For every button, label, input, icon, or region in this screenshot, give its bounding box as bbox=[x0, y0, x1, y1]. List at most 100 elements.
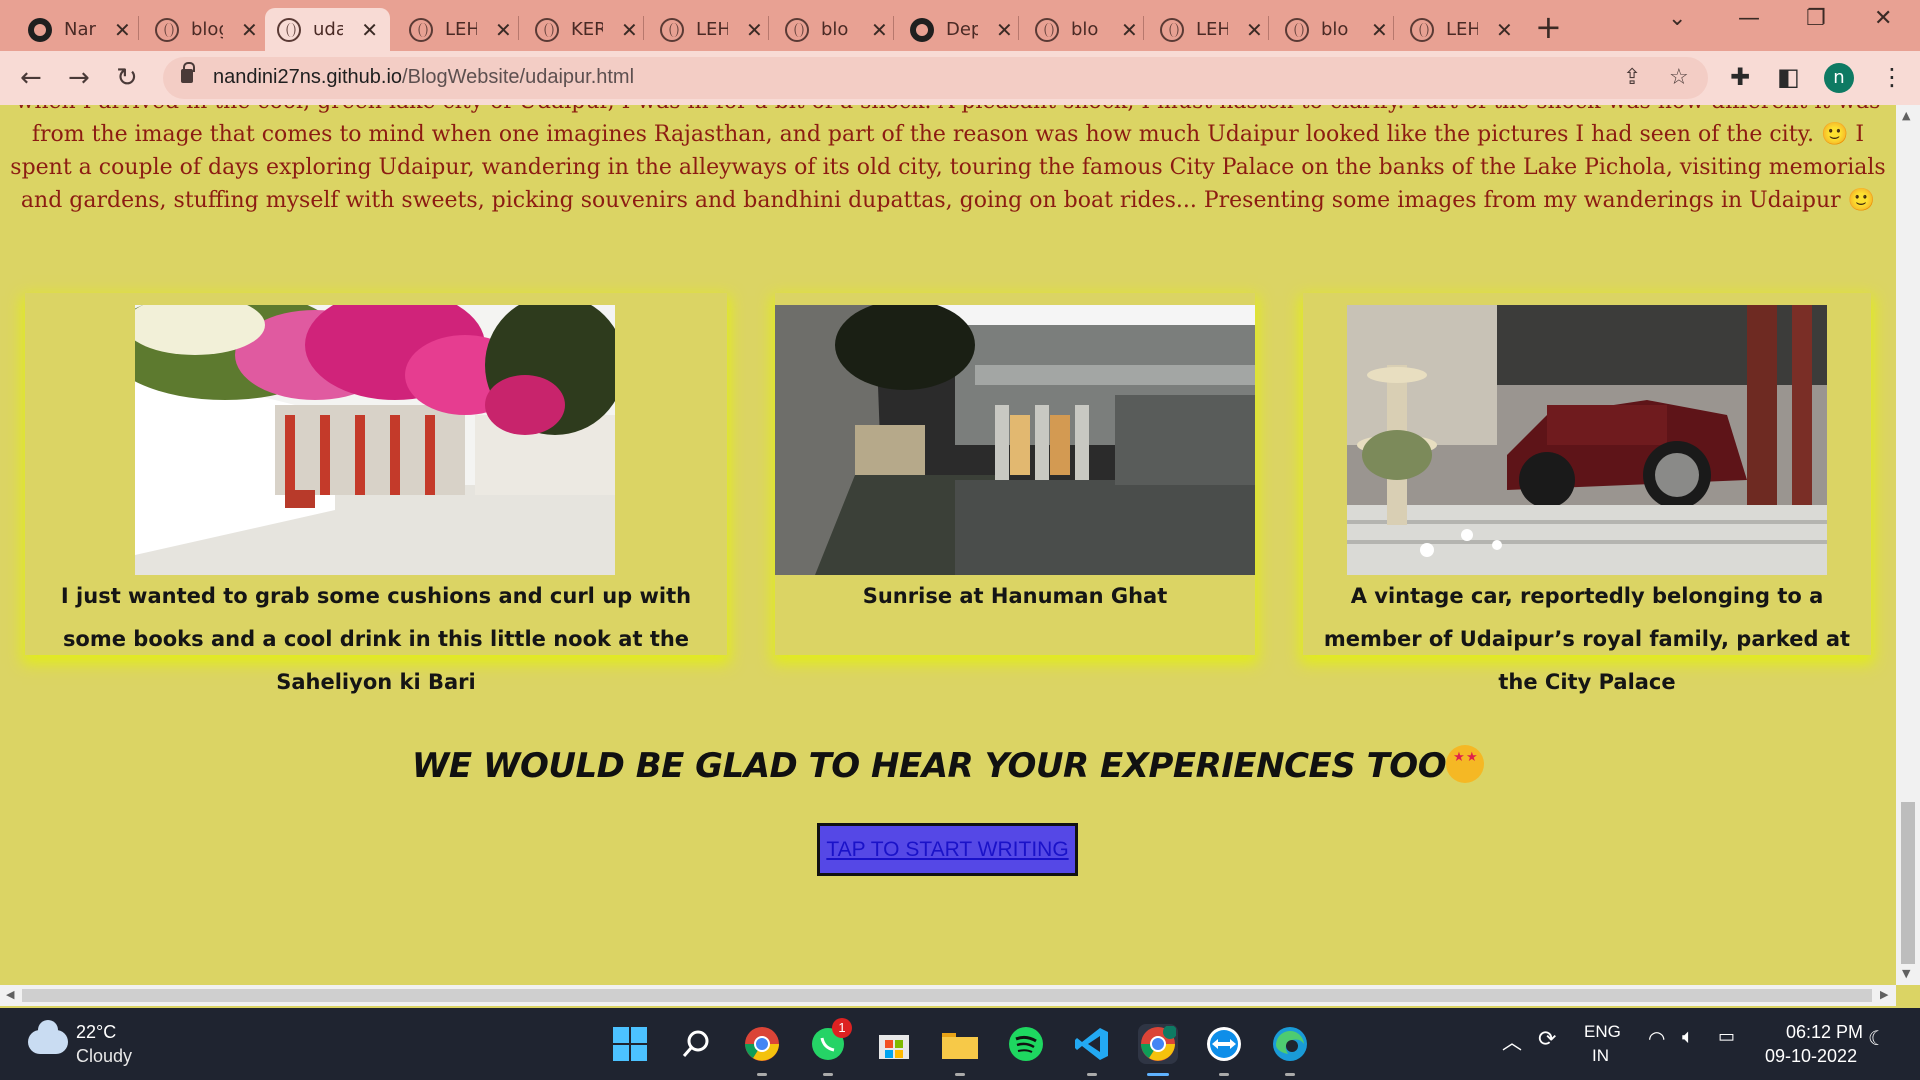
vertical-scroll-thumb[interactable] bbox=[1901, 802, 1915, 964]
scroll-down-arrow-icon[interactable]: ▼ bbox=[1902, 967, 1910, 980]
tab-label: uda bbox=[313, 19, 344, 40]
wifi-icon[interactable]: ◠ bbox=[1648, 1026, 1665, 1051]
close-icon[interactable]: ✕ bbox=[1371, 18, 1388, 42]
tab-separator bbox=[1018, 16, 1019, 40]
tab-9[interactable]: LEH ✕ bbox=[1148, 8, 1275, 51]
bookmark-star-icon[interactable]: ☆ bbox=[1669, 65, 1689, 90]
close-icon[interactable]: ✕ bbox=[746, 18, 763, 42]
extensions-puzzle-icon[interactable]: ✚ bbox=[1730, 63, 1750, 91]
close-icon[interactable]: ✕ bbox=[1246, 18, 1263, 42]
teamviewer-icon[interactable] bbox=[1204, 1024, 1244, 1076]
chrome-icon[interactable] bbox=[742, 1024, 782, 1076]
globe-icon bbox=[1285, 17, 1309, 42]
menu-kebab-icon[interactable]: ⋮ bbox=[1880, 63, 1904, 91]
cloud-icon[interactable] bbox=[28, 1020, 68, 1054]
hanuman-ghat-photo bbox=[775, 305, 1255, 575]
start-windows-icon[interactable] bbox=[610, 1024, 650, 1064]
tab-6[interactable]: blo ✕ bbox=[773, 8, 900, 51]
start-writing-button[interactable]: TAP TO START WRITING bbox=[817, 823, 1078, 876]
close-icon[interactable]: ✕ bbox=[114, 18, 131, 42]
saheliyon-ki-bari-photo bbox=[135, 305, 615, 575]
whatsapp-icon[interactable]: 1 bbox=[808, 1018, 852, 1076]
side-panel-icon[interactable]: ◧ bbox=[1777, 63, 1800, 91]
github-icon bbox=[910, 17, 934, 42]
forward-arrow-icon[interactable]: → bbox=[68, 63, 90, 93]
globe-icon bbox=[535, 17, 559, 42]
spotify-icon[interactable] bbox=[1006, 1024, 1046, 1064]
file-explorer-folder-icon[interactable] bbox=[940, 1024, 980, 1076]
tab-label: Dep bbox=[946, 19, 978, 40]
running-indicator bbox=[757, 1073, 767, 1076]
share-icon[interactable]: ⇪ bbox=[1623, 65, 1641, 90]
close-icon[interactable]: ✕ bbox=[361, 18, 378, 42]
vertical-scrollbar[interactable]: ▲ ▼ bbox=[1896, 105, 1920, 985]
tab-label: LEH bbox=[696, 19, 728, 40]
tab-label: LEH bbox=[1446, 19, 1478, 40]
clock-date[interactable]: 09-10-2022 bbox=[1765, 1046, 1857, 1067]
tab-10[interactable]: blo ✕ bbox=[1273, 8, 1400, 51]
clock-time[interactable]: 06:12 PM bbox=[1786, 1022, 1863, 1043]
chrome-profile-icon[interactable] bbox=[1138, 1024, 1178, 1076]
running-indicator bbox=[1087, 1073, 1097, 1076]
tab-1[interactable]: blog ✕ bbox=[143, 8, 270, 51]
photo-card-3: A vintage car, reportedly belonging to a… bbox=[1303, 293, 1871, 694]
photo-card-2: Sunrise at Hanuman Ghat bbox=[775, 293, 1255, 655]
browser-toolbar: ← → ↻ nandini27ns.github.io/BlogWebsite/… bbox=[0, 51, 1920, 105]
horizontal-scrollbar[interactable]: ◀ ▶ bbox=[0, 985, 1896, 1006]
tab-8[interactable]: blo ✕ bbox=[1023, 8, 1150, 51]
tab-label: blo bbox=[1071, 19, 1099, 40]
globe-icon bbox=[785, 17, 809, 42]
tab-separator bbox=[1393, 16, 1394, 40]
weather-description[interactable]: Cloudy bbox=[76, 1046, 132, 1067]
volume-icon[interactable]: 🔈︎ bbox=[1682, 1026, 1694, 1049]
close-icon[interactable]: ✕ bbox=[1121, 18, 1138, 42]
cta-heading-text: WE WOULD BE GLAD TO HEAR YOUR EXPERIENCE… bbox=[411, 746, 1447, 786]
language-line2[interactable]: IN bbox=[1592, 1046, 1609, 1066]
search-icon[interactable] bbox=[676, 1024, 716, 1064]
close-icon[interactable]: ✕ bbox=[871, 18, 888, 42]
horizontal-scroll-thumb[interactable] bbox=[22, 989, 1872, 1002]
tab-search-chevron-icon[interactable]: ⌄ bbox=[1668, 6, 1686, 31]
back-arrow-icon[interactable]: ← bbox=[20, 63, 42, 93]
lock-icon bbox=[181, 62, 195, 83]
tab-11[interactable]: LEH ✕ bbox=[1398, 8, 1525, 51]
tab-3[interactable]: LEH ✕ bbox=[397, 8, 524, 51]
tab-2-active[interactable]: uda ✕ bbox=[265, 8, 390, 51]
new-tab-plus-icon[interactable]: + bbox=[1535, 8, 1562, 46]
profile-avatar[interactable]: n bbox=[1824, 63, 1854, 93]
weather-temperature[interactable]: 22°C bbox=[76, 1022, 116, 1043]
scroll-left-arrow-icon[interactable]: ◀ bbox=[6, 988, 14, 1001]
browser-tabstrip: Nar ✕ blog ✕ uda ✕ LEH ✕ KER ✕ LEH ✕ blo… bbox=[0, 0, 1920, 51]
restore-icon[interactable]: ❐ bbox=[1806, 6, 1826, 31]
battery-icon[interactable]: ▭ bbox=[1718, 1026, 1735, 1047]
sync-icon[interactable]: ⟳ bbox=[1538, 1026, 1556, 1052]
reload-icon[interactable]: ↻ bbox=[116, 63, 138, 93]
star-struck-emoji-icon bbox=[1446, 745, 1485, 783]
moon-focus-icon[interactable]: ☾ bbox=[1868, 1026, 1886, 1051]
edge-icon[interactable] bbox=[1270, 1024, 1310, 1076]
scroll-right-arrow-icon[interactable]: ▶ bbox=[1880, 988, 1888, 1001]
close-icon[interactable]: ✕ bbox=[621, 18, 638, 42]
show-hidden-icons-chevron-icon[interactable]: ︿ bbox=[1502, 1026, 1522, 1055]
address-url[interactable]: nandini27ns.github.io/BlogWebsite/udaipu… bbox=[213, 66, 634, 89]
tab-separator bbox=[518, 16, 519, 40]
tab-7[interactable]: Dep ✕ bbox=[898, 8, 1025, 51]
scroll-up-arrow-icon[interactable]: ▲ bbox=[1902, 109, 1910, 122]
running-indicator bbox=[1147, 1073, 1169, 1076]
microsoft-store-icon[interactable] bbox=[874, 1024, 914, 1064]
tab-5[interactable]: LEH ✕ bbox=[648, 8, 775, 51]
tab-separator bbox=[643, 16, 644, 40]
vscode-icon[interactable] bbox=[1072, 1024, 1112, 1076]
close-icon[interactable]: ✕ bbox=[241, 18, 258, 42]
close-icon[interactable]: ✕ bbox=[1496, 18, 1513, 42]
minimize-icon[interactable]: — bbox=[1738, 6, 1760, 31]
tab-4[interactable]: KER ✕ bbox=[523, 8, 650, 51]
window-close-icon[interactable]: ✕ bbox=[1874, 6, 1892, 31]
notification-badge: 1 bbox=[832, 1018, 852, 1038]
photo-card-1: I just wanted to grab some cushions and … bbox=[25, 293, 727, 694]
tab-0[interactable]: Nar ✕ bbox=[16, 8, 143, 51]
language-line1[interactable]: ENG bbox=[1584, 1022, 1621, 1042]
address-bar[interactable]: nandini27ns.github.io/BlogWebsite/udaipu… bbox=[163, 57, 1708, 99]
close-icon[interactable]: ✕ bbox=[495, 18, 512, 42]
close-icon[interactable]: ✕ bbox=[996, 18, 1013, 42]
